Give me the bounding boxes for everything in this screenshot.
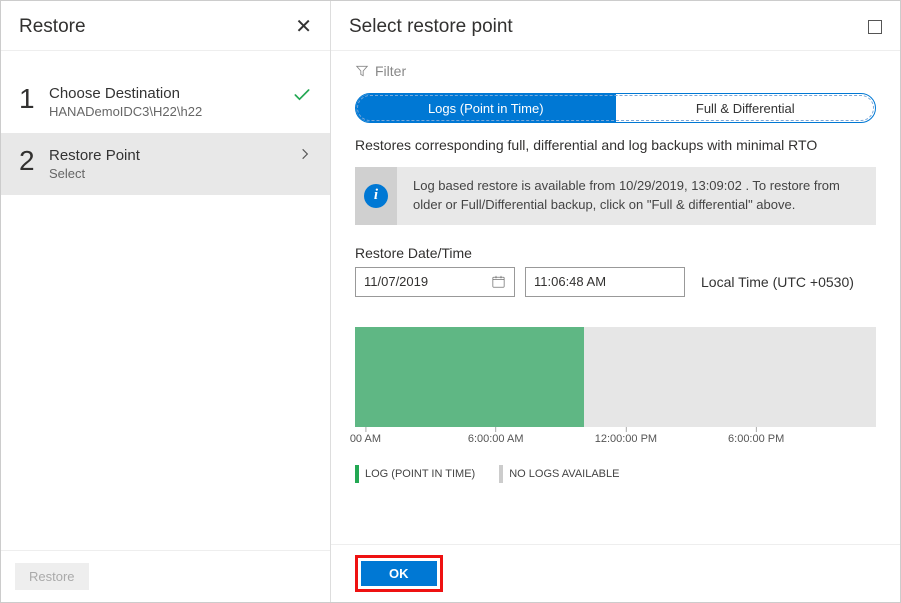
info-text: Log based restore is available from 10/2… — [397, 167, 876, 225]
tick-label: 6:00:00 PM — [728, 433, 784, 445]
ok-button-highlight: OK — [355, 555, 443, 592]
restore-type-tabs: Logs (Point in Time) Full & Differential — [355, 93, 876, 123]
step-number: 2 — [19, 147, 49, 175]
description-text: Restores corresponding full, differentia… — [355, 137, 876, 153]
check-icon — [292, 85, 312, 105]
chevron-right-icon — [298, 147, 312, 161]
info-box: i Log based restore is available from 10… — [355, 167, 876, 225]
left-header: Restore ✕ — [1, 1, 330, 51]
ok-button[interactable]: OK — [361, 561, 437, 586]
left-title: Restore — [19, 16, 86, 38]
step-restore-point[interactable]: 2 Restore Point Select — [1, 133, 330, 195]
step-number: 1 — [19, 85, 49, 113]
step-title: Choose Destination — [49, 85, 292, 102]
step-title: Restore Point — [49, 147, 298, 164]
tab-full-differential[interactable]: Full & Differential — [616, 94, 876, 122]
timeline-bar[interactable] — [355, 327, 876, 427]
info-icon: i — [355, 167, 397, 225]
datetime-label: Restore Date/Time — [355, 245, 876, 261]
time-value: 11:06:48 AM — [534, 274, 606, 289]
step-subtitle: Select — [49, 166, 298, 181]
timeline-chart: 00 AM 6:00:00 AM 12:00:00 PM 6:00:00 PM … — [355, 327, 876, 483]
time-input[interactable]: 11:06:48 AM — [525, 267, 685, 297]
calendar-icon — [491, 274, 506, 289]
steps-list: 1 Choose Destination HANADemoIDC3\H22\h2… — [1, 51, 330, 550]
right-panel: Select restore point Filter Logs (Point … — [331, 1, 900, 602]
step-subtitle: HANADemoIDC3\H22\h22 — [49, 104, 292, 119]
timeline-segment-logs — [355, 327, 584, 427]
close-icon[interactable]: ✕ — [295, 14, 312, 39]
restore-button[interactable]: Restore — [15, 563, 89, 590]
step-choose-destination[interactable]: 1 Choose Destination HANADemoIDC3\H22\h2… — [1, 71, 330, 133]
left-footer: Restore — [1, 550, 330, 602]
tick-label: 6:00:00 AM — [468, 433, 524, 445]
filter-label: Filter — [375, 63, 406, 79]
right-footer: OK — [331, 544, 900, 602]
tab-logs[interactable]: Logs (Point in Time) — [356, 94, 616, 122]
legend-label: LOG (POINT IN TIME) — [365, 468, 475, 480]
datetime-row: 11/07/2019 11:06:48 AM Local Time (UTC +… — [355, 267, 876, 297]
right-body: Filter Logs (Point in Time) Full & Diffe… — [331, 51, 900, 544]
date-input[interactable]: 11/07/2019 — [355, 267, 515, 297]
date-value: 11/07/2019 — [364, 274, 428, 289]
tick-label: 00 AM — [350, 433, 381, 445]
left-panel: Restore ✕ 1 Choose Destination HANADemoI… — [1, 1, 331, 602]
maximize-icon[interactable] — [868, 20, 882, 34]
right-header: Select restore point — [331, 1, 900, 51]
right-title: Select restore point — [349, 16, 513, 38]
legend-label: NO LOGS AVAILABLE — [509, 468, 619, 480]
funnel-icon — [355, 64, 369, 78]
filter-button[interactable]: Filter — [355, 63, 876, 79]
timeline-legend: LOG (POINT IN TIME) NO LOGS AVAILABLE — [355, 465, 876, 483]
legend-log: LOG (POINT IN TIME) — [355, 465, 475, 483]
legend-swatch-gray — [499, 465, 503, 483]
timeline-segment-nologs — [584, 327, 876, 427]
timeline-axis: 00 AM 6:00:00 AM 12:00:00 PM 6:00:00 PM — [355, 433, 876, 453]
tick-label: 12:00:00 PM — [595, 433, 657, 445]
legend-nolog: NO LOGS AVAILABLE — [499, 465, 619, 483]
legend-swatch-green — [355, 465, 359, 483]
timezone-label: Local Time (UTC +0530) — [701, 274, 854, 290]
